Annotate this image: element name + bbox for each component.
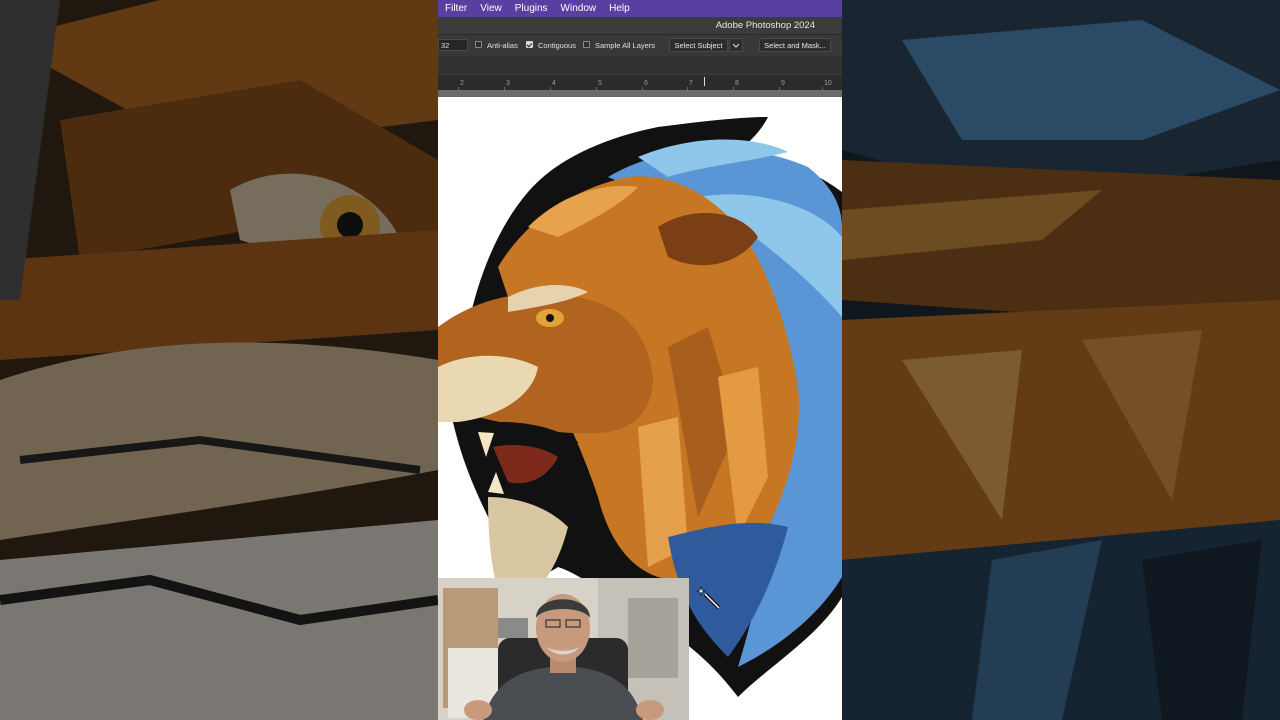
background-right-zoom	[842, 0, 1280, 720]
select-and-mask-button[interactable]: Select and Mask...	[759, 38, 831, 52]
presenter-video	[438, 578, 689, 720]
ruler-number: 2	[460, 80, 464, 87]
background-left-zoom	[0, 0, 438, 720]
contiguous-checkbox[interactable]	[526, 41, 533, 48]
menu-filter[interactable]: Filter	[438, 0, 467, 17]
ruler-number: 10	[824, 80, 832, 87]
menu-bar: Filter View Plugins Window Help	[438, 0, 842, 17]
ruler-cursor-marker	[704, 77, 705, 86]
sample-all-layers-label: Sample All Layers	[595, 41, 656, 50]
presenter-webcam	[438, 578, 689, 720]
menu-plugins[interactable]: Plugins	[508, 0, 548, 17]
anti-alias-checkbox[interactable]	[475, 41, 482, 48]
menu-help[interactable]: Help	[602, 0, 630, 17]
menu-window[interactable]: Window	[554, 0, 597, 17]
ruler-number: 5	[598, 80, 602, 87]
magic-wand-icon	[696, 585, 721, 610]
ruler-number: 9	[781, 80, 785, 87]
ruler-number: 8	[735, 80, 739, 87]
ruler-number: 7	[689, 80, 693, 87]
chevron-down-icon	[732, 43, 740, 48]
ruler-number: 4	[552, 80, 556, 87]
app-title: Adobe Photoshop 2024	[715, 20, 815, 31]
contiguous-label: Contiguous	[538, 41, 576, 50]
options-bar: 32 Anti-alias Contiguous Sample All Laye…	[438, 34, 842, 57]
title-bar: Adobe Photoshop 2024	[438, 17, 842, 34]
tolerance-field[interactable]: 32	[438, 39, 468, 51]
canvas-edge	[438, 90, 842, 97]
ruler-number: 6	[644, 80, 648, 87]
select-subject-button[interactable]: Select Subject	[669, 38, 728, 52]
sample-all-layers-checkbox[interactable]	[583, 41, 590, 48]
select-subject-dropdown[interactable]	[729, 38, 743, 52]
anti-alias-label: Anti-alias	[487, 41, 518, 50]
document-tab-strip	[438, 56, 842, 74]
menu-view[interactable]: View	[473, 0, 502, 17]
ruler-number: 3	[506, 80, 510, 87]
